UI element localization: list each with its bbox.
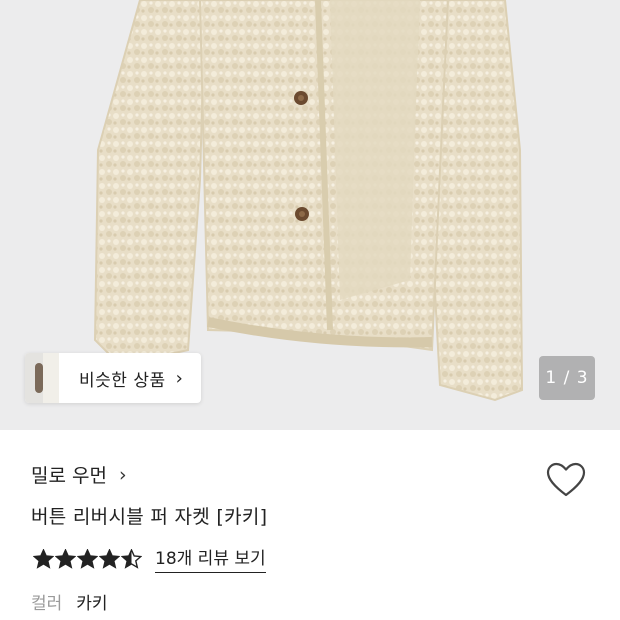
star-rating bbox=[33, 548, 143, 569]
chevron-right-icon: › bbox=[118, 463, 127, 486]
star-full-icon bbox=[99, 548, 120, 569]
rating-row: 18개 리뷰 보기 bbox=[33, 544, 266, 573]
brand-link[interactable]: 밀로 우먼 › bbox=[31, 461, 127, 488]
star-half-icon bbox=[121, 548, 142, 569]
color-label: 컬러 bbox=[31, 594, 63, 614]
color-row: 컬러 카키 bbox=[31, 589, 108, 614]
brand-name: 밀로 우먼 bbox=[31, 465, 107, 487]
star-full-icon bbox=[55, 548, 76, 569]
chevron-right-icon: › bbox=[175, 367, 184, 389]
image-counter: 1 / 3 bbox=[539, 356, 595, 400]
similar-product-thumbnail bbox=[25, 353, 59, 403]
review-link[interactable]: 18개 리뷰 보기 bbox=[155, 544, 266, 573]
similar-products-button[interactable]: 비슷한 상품 › bbox=[25, 353, 202, 403]
product-title: 버튼 리버시블 퍼 자켓 [카키] bbox=[31, 506, 268, 528]
heart-icon[interactable] bbox=[546, 462, 586, 498]
star-full-icon bbox=[33, 548, 54, 569]
product-image-area[interactable]: 비슷한 상품 › 1 / 3 bbox=[0, 0, 620, 430]
color-value: 카키 bbox=[76, 594, 108, 614]
similar-products-label: 비슷한 상품 bbox=[79, 370, 166, 391]
star-full-icon bbox=[77, 548, 98, 569]
